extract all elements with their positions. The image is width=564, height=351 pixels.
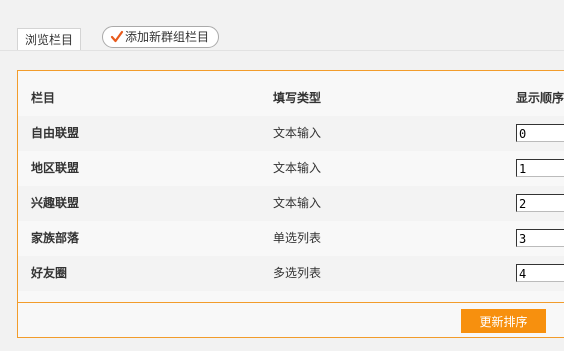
row-name: 兴趣联盟	[31, 196, 80, 210]
row-name: 自由联盟	[31, 126, 80, 140]
table-row: 地区联盟 文本输入	[18, 151, 564, 186]
row-type: 文本输入	[273, 161, 322, 175]
table-header: 栏目 填写类型 显示顺序	[18, 81, 564, 116]
order-input[interactable]	[516, 229, 564, 247]
order-input[interactable]	[516, 264, 564, 282]
header-order: 显示顺序	[516, 91, 564, 105]
row-name: 好友圈	[31, 266, 68, 280]
header-type: 填写类型	[273, 91, 322, 105]
row-name: 家族部落	[31, 231, 80, 245]
order-input[interactable]	[516, 194, 564, 212]
row-type: 文本输入	[273, 196, 322, 210]
tab-browse-label: 浏览栏目	[24, 33, 73, 47]
checkmark-icon	[110, 30, 124, 43]
row-type: 文本输入	[273, 126, 322, 140]
row-name: 地区联盟	[31, 161, 80, 175]
tab-divider	[0, 50, 564, 51]
panel-footer-divider	[18, 302, 564, 303]
tab-add-group-column[interactable]: 添加新群组栏目	[102, 26, 219, 48]
row-type: 单选列表	[273, 231, 322, 245]
tab-browse-columns[interactable]: 浏览栏目	[17, 28, 81, 50]
row-type: 多选列表	[273, 266, 322, 280]
header-column: 栏目	[31, 91, 56, 105]
column-panel: 栏目 填写类型 显示顺序 自由联盟 文本输入 地区联盟 文本输入 兴趣联盟 文本…	[17, 70, 564, 338]
tab-add-label: 添加新群组栏目	[125, 30, 210, 44]
table-row: 家族部落 单选列表	[18, 221, 564, 256]
order-input[interactable]	[516, 124, 564, 142]
table-row: 好友圈 多选列表	[18, 256, 564, 291]
order-input[interactable]	[516, 159, 564, 177]
table-row: 兴趣联盟 文本输入	[18, 186, 564, 221]
table-row: 自由联盟 文本输入	[18, 116, 564, 151]
update-order-button[interactable]: 更新排序	[461, 309, 546, 333]
